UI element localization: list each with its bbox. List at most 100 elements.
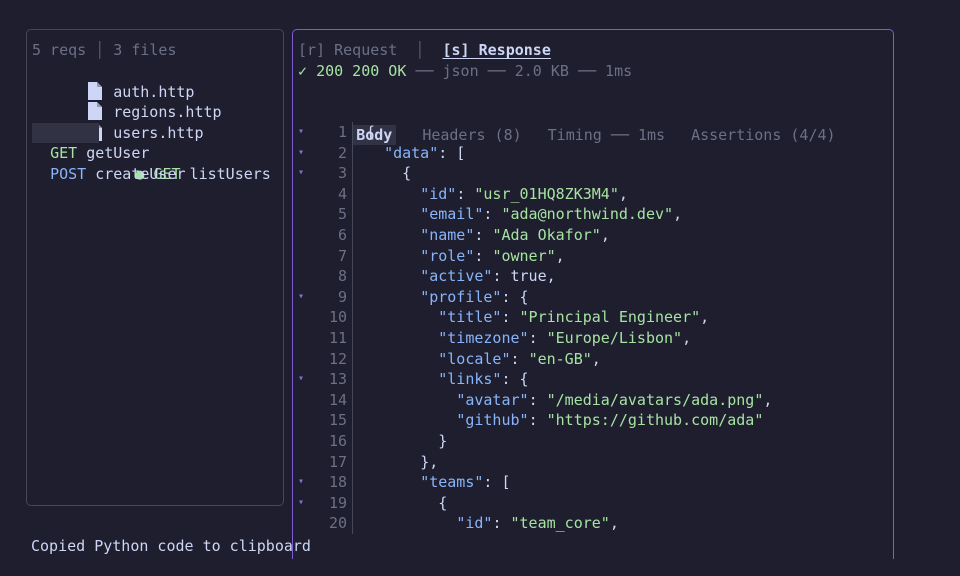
gutter-divider <box>352 369 353 390</box>
response-subtabs: Body Headers (8) Timing ── 1ms Assertions (… <box>298 102 862 145</box>
request-name: listUsers <box>189 164 271 183</box>
code-text: "role": "owner", <box>420 246 565 265</box>
code-text: "id": "usr_01HQ8ZK3M4", <box>420 184 628 203</box>
fold-toggle-icon[interactable]: ▾ <box>298 493 308 514</box>
code-line: 5 "email": "ada@northwind.dev", <box>293 204 893 225</box>
gutter-divider <box>352 430 353 452</box>
fold-toggle-icon[interactable]: ▾ <box>298 163 308 184</box>
code-line: 12 "locale": "en-GB", <box>293 348 893 370</box>
code-text: "teams": [ <box>420 473 511 492</box>
line-number: 19 <box>328 493 347 512</box>
code-text: "links": { <box>438 370 529 389</box>
code-line: 11 "timezone": "Europe/Lisbon", <box>293 327 893 349</box>
code-text: { <box>366 123 376 141</box>
request-item-createuser[interactable]: POST createUser <box>32 164 186 185</box>
gutter-divider <box>352 472 353 493</box>
request-name: getUser <box>86 144 150 163</box>
code-text: "github": "https://github.com/ada" <box>456 411 764 430</box>
fold-toggle-icon[interactable]: ▾ <box>298 287 308 308</box>
gutter-divider <box>352 266 353 287</box>
gutter-divider <box>352 348 353 370</box>
code-line: ▾ 9 "profile": { <box>293 286 893 308</box>
gutter-divider <box>352 451 353 473</box>
code-text: "avatar": "/media/avatars/ada.png", <box>456 390 773 409</box>
code-line: ▾ 2 "data": [ <box>293 142 893 164</box>
fold-toggle-icon[interactable]: ▾ <box>298 143 308 164</box>
code-text: { <box>402 164 412 183</box>
tab-response[interactable]: [s] Response <box>443 41 551 59</box>
code-text: } <box>438 431 448 450</box>
code-text: "title": "Principal Engineer", <box>438 308 710 327</box>
code-line: 7 "role": "owner", <box>293 245 893 267</box>
response-body-code[interactable]: ▾ 1 {▾ 2 "data": [▾ 3 {4 "id": "usr_01HQ8ZK3… <box>293 122 893 534</box>
gutter-divider <box>352 204 353 225</box>
gutter-divider <box>352 245 353 267</box>
gutter-divider <box>352 142 353 164</box>
line-number: 5 <box>337 205 347 224</box>
request-count: 5 reqs <box>32 41 87 59</box>
line-number: 7 <box>337 246 347 265</box>
code-text: "locale": "en-GB", <box>438 349 601 368</box>
fold-toggle-icon[interactable]: ▾ <box>298 122 308 143</box>
line-number: 17 <box>328 452 347 471</box>
request-name: createUser <box>95 165 186 183</box>
code-text: { <box>438 493 448 512</box>
sidebar-item-users-http[interactable]: users.http <box>32 102 204 142</box>
sidebar-item-auth-http[interactable]: auth.http <box>32 61 194 101</box>
code-text: }, <box>420 452 439 471</box>
line-number: 4 <box>337 184 347 203</box>
fold-toggle-icon[interactable]: ▾ <box>298 472 308 493</box>
selection-highlight <box>32 122 99 144</box>
gutter-divider <box>352 122 353 143</box>
gutter-divider <box>352 183 353 205</box>
line-number: 6 <box>337 225 347 244</box>
code-text: "profile": { <box>420 287 529 306</box>
code-text: "name": "Ada Okafor", <box>420 225 610 244</box>
fold-toggle-icon[interactable]: ▾ <box>298 369 308 390</box>
line-number: 9 <box>337 287 347 306</box>
gutter-divider <box>352 307 353 328</box>
gutter-divider <box>352 224 353 246</box>
code-text: "email": "ada@northwind.dev", <box>420 205 683 224</box>
response-status: ✓ 200 200 OK ── json ── 2.0 KB ── 1ms <box>298 61 632 81</box>
sidebar-item-regions-http[interactable]: regions.http <box>32 82 222 121</box>
line-number: 2 <box>337 143 347 162</box>
sidebar-panel: 5 reqs │ 3 files auth.http regions.http … <box>26 29 284 506</box>
check-icon: ✓ <box>298 62 308 80</box>
code-line: 14 "avatar": "/media/avatars/ada.png", <box>293 389 893 411</box>
request-item-listusers[interactable]: ● GET listUsers <box>27 122 283 183</box>
line-number: 16 <box>328 431 347 450</box>
line-number: 11 <box>328 328 347 347</box>
gutter-divider <box>352 163 353 184</box>
code-line: ▾ 18 "teams": [ <box>293 472 893 493</box>
code-text: "active": true, <box>420 267 556 286</box>
tab-request[interactable]: [r] Request <box>298 41 397 59</box>
code-line: ▾ 19 { <box>293 492 893 514</box>
line-number: 13 <box>328 370 347 389</box>
line-number: 3 <box>337 164 347 183</box>
line-number: 15 <box>328 411 347 430</box>
sidebar-summary: 5 reqs │ 3 files <box>32 41 177 59</box>
gutter-divider <box>352 513 353 534</box>
line-number: 8 <box>337 267 347 286</box>
code-line: 15 "github": "https://github.com/ada" <box>293 410 893 431</box>
request-item-getuser[interactable]: GET getUser <box>32 143 149 164</box>
code-line: 17 }, <box>293 451 893 473</box>
code-line: 10 "title": "Principal Engineer", <box>293 307 893 328</box>
gutter-divider <box>352 492 353 514</box>
line-number: 20 <box>328 514 347 533</box>
method-label: POST <box>50 165 87 183</box>
code-line: ▾ 3 { <box>293 163 893 184</box>
code-line: 8 "active": true, <box>293 266 893 287</box>
line-number: 1 <box>337 123 347 141</box>
status-message: Copied Python code to clipboard <box>31 537 311 555</box>
line-number: 12 <box>328 349 347 368</box>
code-line: 20 "id": "team_core", <box>293 513 893 534</box>
code-text: "timezone": "Europe/Lisbon", <box>438 328 692 347</box>
app-window: 5 reqs │ 3 files auth.http regions.http … <box>0 0 960 576</box>
line-number: 14 <box>328 390 347 409</box>
code-line: 4 "id": "usr_01HQ8ZK3M4", <box>293 183 893 205</box>
gutter-divider <box>352 410 353 431</box>
status-code: 200 200 OK <box>316 62 407 80</box>
line-number: 18 <box>328 473 347 492</box>
